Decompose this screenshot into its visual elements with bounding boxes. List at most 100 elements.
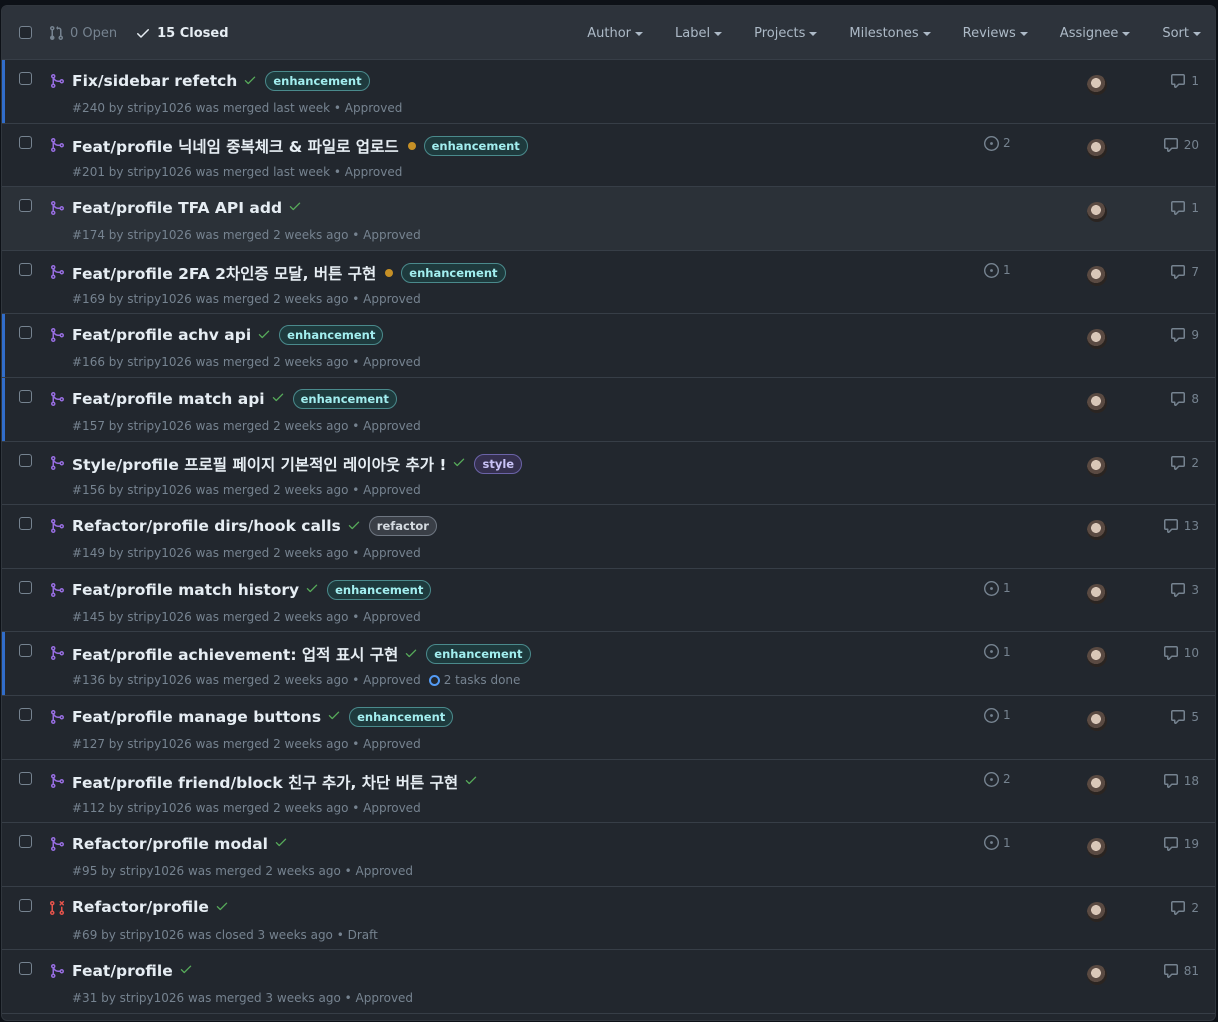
pr-title-link[interactable]: Feat/profile achievement: 업적 표시 구현 [72,643,398,665]
comments-link[interactable]: 19 [1163,836,1199,852]
comments-link[interactable]: 18 [1163,773,1199,789]
row-checkbox[interactable] [19,771,32,785]
comments-link[interactable]: 2 [1170,455,1199,471]
filter-projects[interactable]: Projects [754,26,818,41]
pending-status-icon[interactable] [407,141,416,150]
status-check[interactable] [251,326,271,345]
status-check[interactable] [446,454,466,473]
linked-issues-link[interactable]: 1 [984,644,1011,660]
row-checkbox[interactable] [19,835,32,849]
pr-title-link[interactable]: Style/profile 프로필 페이지 기본적인 레이아웃 추가 ! [72,453,446,475]
row-checkbox[interactable] [19,517,32,531]
pr-title-link[interactable]: Refactor/profile [72,898,209,916]
avatar[interactable] [1087,265,1107,286]
avatar[interactable] [1087,583,1107,604]
closed-filter-link[interactable]: 15 Closed [135,25,229,41]
row-checkbox[interactable] [19,580,32,594]
comments-link[interactable]: 10 [1163,645,1199,661]
row-checkbox[interactable] [19,453,32,467]
comments-link[interactable]: 9 [1170,327,1199,343]
label-badge[interactable]: enhancement [401,262,506,283]
linked-issues-link[interactable]: 1 [984,580,1011,596]
pr-title-link[interactable]: Feat/profile match api [72,390,265,408]
status-check[interactable] [282,198,302,217]
filter-sort[interactable]: Sort [1162,26,1201,41]
comments-link[interactable]: 13 [1163,518,1199,534]
status-check[interactable] [173,961,193,980]
label-badge[interactable]: enhancement [426,644,531,665]
select-all-checkbox[interactable] [19,26,32,39]
comments-link[interactable]: 1 [1170,73,1199,89]
avatar[interactable] [1087,647,1107,668]
pr-title-link[interactable]: Feat/profile match history [72,581,299,599]
avatar[interactable] [1087,901,1107,922]
status-check[interactable] [209,898,229,917]
filter-assignee[interactable]: Assignee [1060,26,1131,41]
pr-title-link[interactable]: Feat/profile 닉네임 중복체크 & 파일로 업로드 [72,135,399,157]
avatar[interactable] [1087,838,1107,859]
avatar[interactable] [1087,329,1107,350]
comments-link[interactable]: 2 [1170,900,1199,916]
filter-author[interactable]: Author [587,26,644,41]
row-checkbox[interactable] [19,326,32,340]
avatar[interactable] [1087,456,1107,477]
label-badge[interactable]: enhancement [327,579,432,600]
pr-title-link[interactable]: Feat/profile manage buttons [72,708,321,726]
comments-link[interactable]: 3 [1170,582,1199,598]
label-badge[interactable]: refactor [368,516,437,537]
status-check[interactable] [341,517,361,536]
pr-title-link[interactable]: Feat/profile TFA API add [72,199,282,217]
status-check[interactable] [321,707,341,726]
row-checkbox[interactable] [19,898,32,912]
avatar[interactable] [1087,774,1107,795]
status-check[interactable] [268,834,288,853]
comments-link[interactable]: 5 [1170,709,1199,725]
row-checkbox[interactable] [19,389,32,403]
linked-issues-link[interactable]: 2 [984,771,1011,787]
comments-link[interactable]: 7 [1170,264,1199,280]
status-check[interactable] [237,72,257,91]
row-checkbox[interactable] [19,644,32,658]
pr-title-link[interactable]: Feat/profile friend/block 친구 추가, 차단 버튼 구… [72,771,458,793]
label-badge[interactable]: enhancement [423,135,528,156]
pr-title-link[interactable]: Refactor/profile dirs/hook calls [72,517,341,535]
linked-issues-link[interactable]: 1 [984,707,1011,723]
avatar[interactable] [1087,965,1107,986]
linked-issues-link[interactable]: 1 [984,835,1011,851]
avatar[interactable] [1087,710,1107,731]
avatar[interactable] [1087,202,1107,223]
filter-reviews[interactable]: Reviews [963,26,1028,41]
status-check[interactable] [398,645,418,664]
pr-title-link[interactable]: Feat/profile [72,962,173,980]
row-checkbox[interactable] [19,72,32,85]
label-badge[interactable]: enhancement [265,71,370,91]
linked-issues-link[interactable]: 2 [984,135,1011,151]
pr-title-link[interactable]: Feat/profile achv api [72,326,251,344]
status-check[interactable] [458,772,478,791]
open-filter-link[interactable]: 0 Open [48,25,117,41]
row-checkbox[interactable] [19,707,32,721]
row-checkbox[interactable] [19,135,32,149]
label-badge[interactable]: style [474,453,523,474]
row-checkbox[interactable] [19,262,32,276]
avatar[interactable] [1087,75,1107,95]
comments-link[interactable]: 8 [1170,391,1199,407]
avatar[interactable] [1087,392,1107,413]
row-checkbox[interactable] [19,199,32,213]
avatar[interactable] [1087,138,1107,159]
pr-title-link[interactable]: Refactor/profile modal [72,835,268,853]
pending-status-icon[interactable] [385,268,394,277]
avatar[interactable] [1087,520,1107,541]
label-badge[interactable]: enhancement [279,325,384,346]
status-check[interactable] [299,580,319,599]
comments-link[interactable]: 81 [1163,963,1199,979]
label-badge[interactable]: enhancement [349,706,454,727]
filter-label[interactable]: Label [675,26,723,41]
filter-milestones[interactable]: Milestones [849,26,931,41]
pr-title-link[interactable]: Feat/profile 2FA 2차인증 모달, 버튼 구현 [72,262,376,284]
comments-link[interactable]: 20 [1163,137,1199,153]
row-checkbox[interactable] [19,962,32,976]
linked-issues-link[interactable]: 1 [984,262,1011,278]
pr-title-link[interactable]: Fix/sidebar refetch [72,72,237,90]
comments-link[interactable]: 1 [1170,200,1199,216]
